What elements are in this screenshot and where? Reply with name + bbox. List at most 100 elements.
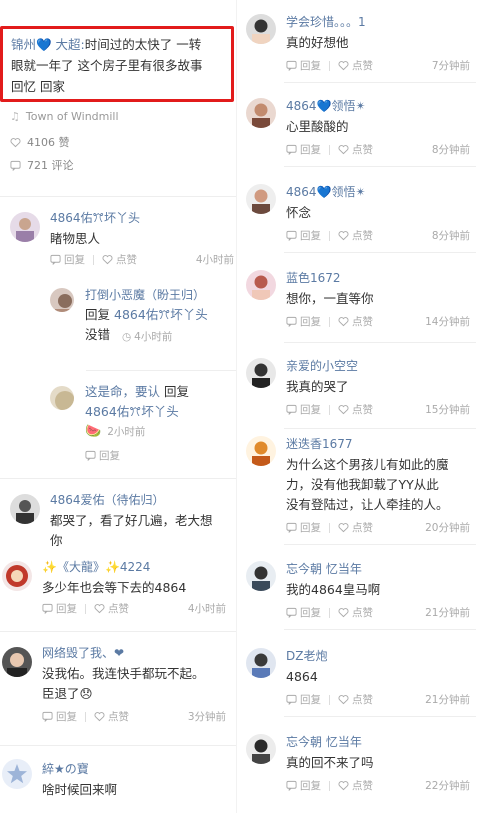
comment-author[interactable]: 学会珍惜。。。1 <box>286 13 366 30</box>
comment-author[interactable]: DZ老炮 <box>286 647 327 664</box>
comment-text: 睹物思人 <box>50 231 101 246</box>
heart-icon <box>338 607 349 618</box>
comment-item: 网络毁了我、❤ 没我佑。我连快手都玩不起。 臣退了😞 回复 点赞 3分钟前 <box>0 635 236 737</box>
comment-item: 4864💙领悟✴ 怀念 回复 点赞 8分钟前 <box>244 176 476 248</box>
comment-time: 21分钟前 <box>425 694 470 706</box>
comment-item: 忘今朝 忆当年 我的4864皇马啊 回复 点赞 21分钟前 <box>244 553 476 625</box>
post-likes[interactable]: 4106 赞 <box>10 134 70 150</box>
separator <box>329 780 330 791</box>
avatar[interactable] <box>246 184 276 214</box>
reply-button[interactable]: 回复 <box>42 601 77 616</box>
reply-button[interactable]: 回复 <box>50 252 85 267</box>
avatar[interactable] <box>2 647 32 677</box>
comment-author[interactable]: 4864💙领悟✴ <box>286 183 366 200</box>
reply-button[interactable]: 回复 <box>85 448 120 463</box>
comment-item: 学会珍惜。。。1 真的好想他 回复 点赞 7分钟前 <box>244 6 476 78</box>
reply-item: 这是命，要认 回复 4864佑ꔫ坏丫头 🍉 2小时前 回复 <box>50 374 236 474</box>
like-button[interactable]: 点赞 <box>338 605 373 620</box>
like-button[interactable]: 点赞 <box>94 601 129 616</box>
comment-author[interactable]: 亲爱的小空空 <box>286 357 358 374</box>
divider <box>0 196 236 197</box>
reply-button[interactable]: 回复 <box>42 709 77 724</box>
comment-text-line: 为什么这个男孩儿有如此的魔 <box>286 457 449 472</box>
like-button[interactable]: 点赞 <box>338 58 373 73</box>
comment-text: 真的好想他 <box>286 35 349 50</box>
comment-author[interactable]: 迷迭香1677 <box>286 435 353 452</box>
reply-button[interactable]: 回复 <box>286 692 321 707</box>
comment-author[interactable]: 忘今朝 忆当年 <box>286 733 362 750</box>
avatar[interactable] <box>50 288 74 312</box>
reply-button[interactable]: 回复 <box>286 228 321 243</box>
comment-icon <box>42 711 53 722</box>
separator <box>329 522 330 533</box>
comment-icon <box>42 603 53 614</box>
comment-time: 3分钟前 <box>187 711 226 723</box>
heart-icon <box>338 60 349 71</box>
like-button[interactable]: 点赞 <box>102 252 137 267</box>
watermelon-emoji: 🍉 <box>85 424 102 439</box>
comment-author[interactable]: 4864爱佑（待佑归） <box>50 491 165 508</box>
comment-author[interactable]: 忘今朝 忆当年 <box>286 560 362 577</box>
like-button[interactable]: 点赞 <box>338 228 373 243</box>
comment-text-line: 都哭了，看了好几遍，老大想 <box>50 513 213 528</box>
comment-time: 7分钟前 <box>431 60 470 72</box>
comment-time: 8分钟前 <box>431 144 470 156</box>
reply-button[interactable]: 回复 <box>286 58 321 73</box>
avatar[interactable] <box>246 358 276 388</box>
avatar[interactable] <box>246 436 276 466</box>
avatar[interactable] <box>2 561 32 591</box>
like-button[interactable]: 点赞 <box>338 142 373 157</box>
like-button[interactable]: 点赞 <box>338 778 373 793</box>
separator <box>329 316 330 327</box>
avatar[interactable] <box>246 734 276 764</box>
comment-author[interactable]: 4864💙领悟✴ <box>286 97 366 114</box>
reply-button[interactable]: 回复 <box>286 402 321 417</box>
comment-author[interactable]: 4864佑ꔫ坏丫头 <box>50 209 140 226</box>
post-comments[interactable]: 721 评论 <box>10 157 74 173</box>
comment-item: ✨《大龍》✨4224 多少年也会等下去的4864 回复 点赞 4小时前 <box>0 553 236 631</box>
like-button[interactable]: 点赞 <box>338 314 373 329</box>
post-highlight-box: 锦州💙 大超:时间过的太快了 一转 眼就一年了 这个房子里有很多故事 回忆 回家 <box>0 26 234 102</box>
like-button[interactable]: 点赞 <box>338 692 373 707</box>
like-button[interactable]: 点赞 <box>338 520 373 535</box>
comment-icon <box>10 160 21 171</box>
music-row[interactable]: ♫ Town of Windmill <box>10 110 119 123</box>
avatar[interactable] <box>246 98 276 128</box>
avatar[interactable] <box>246 14 276 44</box>
like-button[interactable]: 点赞 <box>338 402 373 417</box>
avatar[interactable] <box>246 270 276 300</box>
avatar[interactable] <box>10 494 40 524</box>
avatar[interactable] <box>2 759 32 789</box>
reply-button[interactable]: 回复 <box>286 520 321 535</box>
reply-target[interactable]: 4864佑ꔫ坏丫头 <box>85 402 179 422</box>
reply-author[interactable]: 打倒小恶魔（盼王归） <box>85 286 205 303</box>
separator <box>329 694 330 705</box>
post-author[interactable]: 锦州💙 大超: <box>11 37 85 52</box>
separator <box>85 711 86 722</box>
comment-text: 4864 <box>286 669 318 684</box>
reply-button[interactable]: 回复 <box>286 142 321 157</box>
comment-icon <box>286 607 297 618</box>
reply-button[interactable]: 回复 <box>286 605 321 620</box>
avatar[interactable] <box>246 561 276 591</box>
comment-icon <box>50 254 61 265</box>
comment-author[interactable]: ✨《大龍》✨4224 <box>42 558 150 575</box>
comment-text: 想你，一直等你 <box>286 291 374 306</box>
heart-icon <box>10 137 21 148</box>
avatar[interactable] <box>10 212 40 242</box>
comment-author[interactable]: 网络毁了我、❤ <box>42 644 124 661</box>
comment-author[interactable]: 蓝色1672 <box>286 269 341 286</box>
reply-button[interactable]: 回复 <box>286 778 321 793</box>
comment-item: 4864💙领悟✴ 心里酸酸的 回复 点赞 8分钟前 <box>244 90 476 162</box>
separator <box>329 60 330 71</box>
reply-button[interactable]: 回复 <box>286 314 321 329</box>
comment-author[interactable]: 綷★の寶 <box>42 760 89 777</box>
avatar[interactable] <box>50 386 74 410</box>
comment-text-line: 没有登陆过，让人牵挂的人。 <box>286 497 449 512</box>
avatar[interactable] <box>246 648 276 678</box>
reply-target[interactable]: 4864佑ꔫ坏丫头 <box>114 307 208 322</box>
comment-item: 迷迭香1677 为什么这个男孩儿有如此的魔 力，没有他我卸载了YY从此 没有登陆过，让… <box>244 428 476 540</box>
reply-author[interactable]: 这是命，要认 <box>85 384 160 399</box>
like-button[interactable]: 点赞 <box>94 709 129 724</box>
divider <box>284 544 476 545</box>
